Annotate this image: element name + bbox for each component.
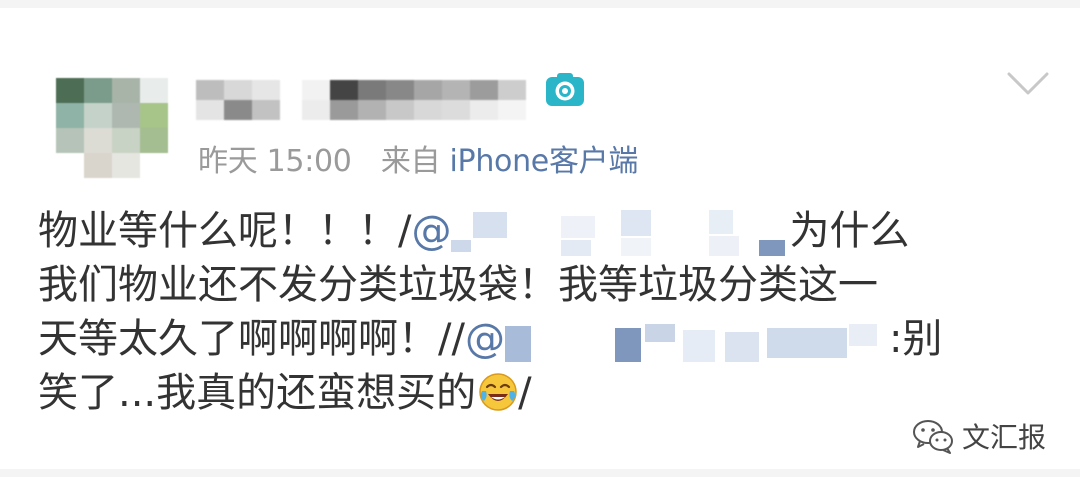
post-text-segment: 物业等什么呢！！！/ — [38, 208, 412, 254]
post-body: 物业等什么呢！！！/@ 为什么 我们物业还不发分类垃圾袋！我等垃圾分类这一 天等… — [38, 204, 1048, 420]
timestamp[interactable]: 昨天 15:00 — [198, 144, 352, 179]
post-line-2: 我们物业还不发分类垃圾袋！我等垃圾分类这一 — [38, 262, 878, 308]
post-text-segment: :别 — [888, 316, 943, 362]
mention-link[interactable]: @ — [465, 316, 505, 362]
post-line-3: 天等太久了啊啊啊啊！//@ :别 — [38, 312, 1048, 366]
redacted-username[interactable] — [451, 210, 789, 256]
post-line-4: 笑了...我真的还蛮想买的 / — [38, 366, 1048, 420]
laughing-crying-emoji-icon — [479, 373, 517, 411]
post-line-1: 物业等什么呢！！！/@ 为什么 — [38, 204, 1048, 258]
mention-link[interactable]: @ — [411, 208, 451, 254]
post-text-segment: 笑了...我真的还蛮想买的 — [38, 370, 477, 416]
post-text-segment: 天等太久了啊啊啊啊！// — [38, 316, 465, 362]
avatar[interactable] — [56, 78, 168, 178]
post-text-segment: 为什么 — [789, 208, 910, 254]
chevron-down-icon[interactable] — [1006, 70, 1050, 98]
post-meta: 昨天 15:00 来自 iPhone客户端 — [194, 136, 638, 180]
source-prefix: 来自 — [380, 144, 441, 179]
watermark: 文汇报 — [912, 416, 1046, 456]
weibo-post-card: 昨天 15:00 来自 iPhone客户端 物业等什么呢！！！/@ 为什么 我们… — [0, 8, 1080, 469]
watermark-label: 文汇报 — [962, 421, 1047, 454]
post-text-segment: / — [518, 370, 532, 416]
username-redacted[interactable] — [196, 80, 526, 120]
camera-icon[interactable] — [545, 72, 585, 108]
redacted-username[interactable] — [504, 318, 889, 364]
wechat-icon — [913, 420, 953, 454]
source-client-link[interactable]: iPhone客户端 — [450, 144, 639, 179]
